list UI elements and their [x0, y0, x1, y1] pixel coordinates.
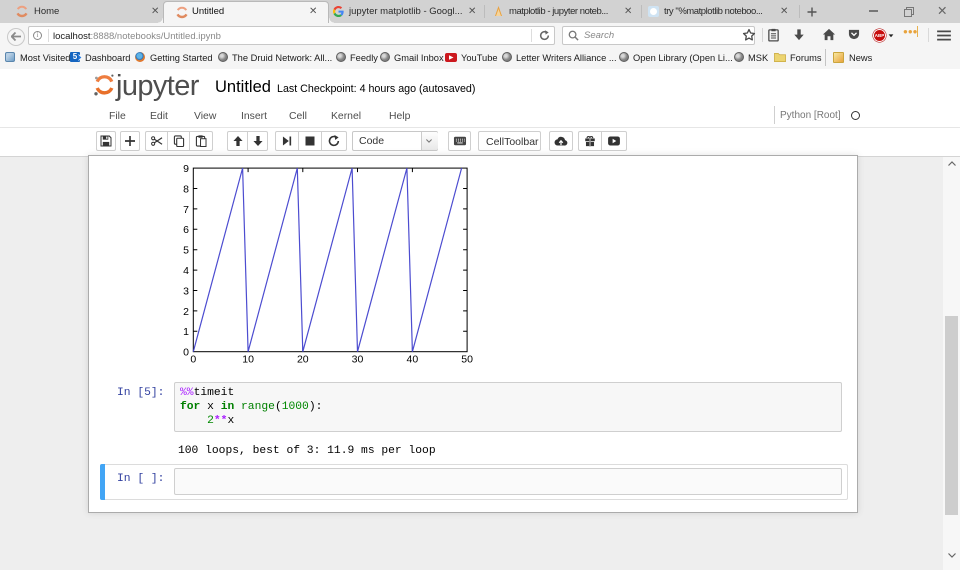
svg-text:8: 8 — [183, 183, 189, 195]
svg-text:5: 5 — [183, 245, 189, 257]
svg-text:6: 6 — [183, 224, 189, 236]
svg-text:1: 1 — [183, 326, 189, 338]
svg-text:20: 20 — [297, 354, 309, 366]
svg-text:40: 40 — [407, 354, 419, 366]
svg-text:0: 0 — [183, 347, 189, 359]
svg-text:10: 10 — [242, 354, 254, 366]
svg-text:4: 4 — [183, 265, 189, 277]
svg-text:0: 0 — [190, 354, 196, 366]
svg-text:2: 2 — [183, 306, 189, 318]
svg-text:7: 7 — [183, 204, 189, 216]
svg-text:30: 30 — [352, 354, 364, 366]
svg-text:3: 3 — [183, 285, 189, 297]
svg-text:9: 9 — [183, 163, 189, 175]
svg-text:50: 50 — [461, 354, 473, 366]
